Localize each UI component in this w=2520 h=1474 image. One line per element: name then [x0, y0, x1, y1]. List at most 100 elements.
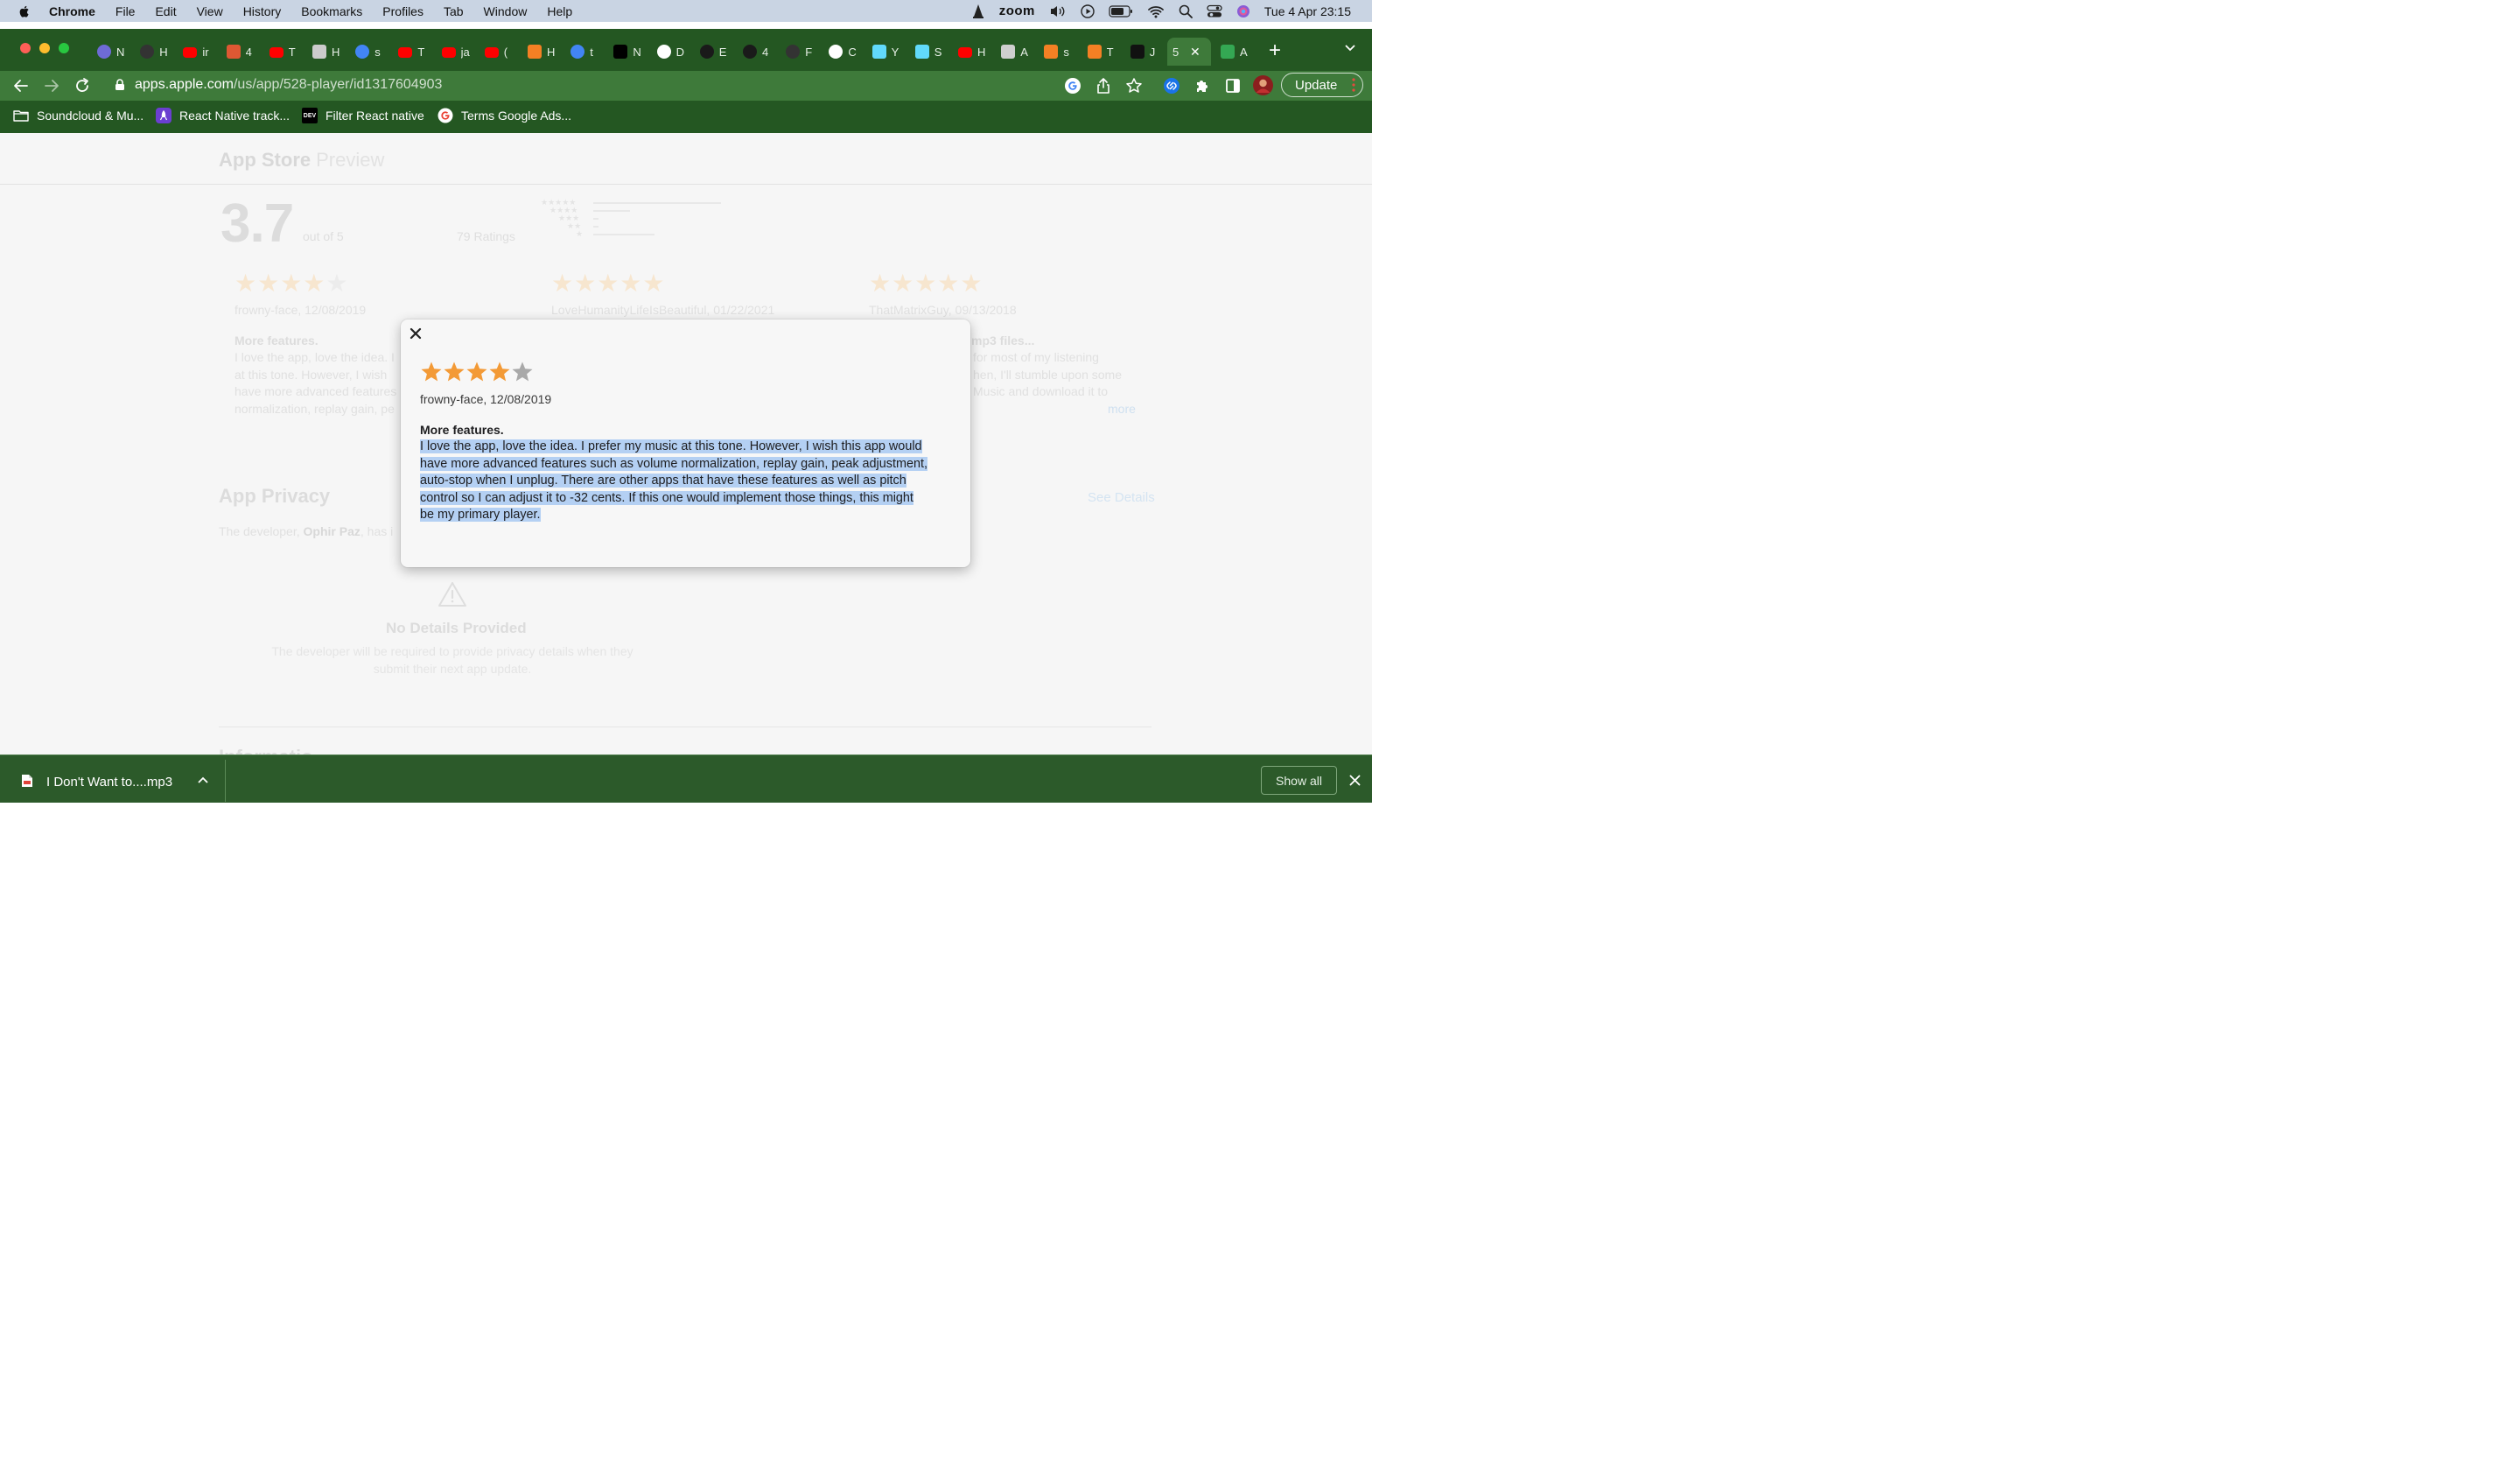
review-stars: ★★★★★: [869, 270, 984, 297]
average-rating: 3.7: [220, 193, 294, 254]
close-icon[interactable]: [410, 327, 422, 340]
address-bar[interactable]: apps.apple.com/us/app/528-player/id13176…: [103, 73, 1057, 97]
review-more-link[interactable]: more: [1108, 402, 1136, 416]
battery-icon[interactable]: [1109, 4, 1133, 18]
browser-tab[interactable]: N: [605, 38, 647, 66]
browser-tab[interactable]: (: [476, 38, 518, 66]
menu-file[interactable]: File: [116, 4, 136, 18]
browser-tab[interactable]: Y: [864, 38, 906, 66]
google-icon: [355, 45, 370, 59]
circle-icon: [97, 45, 111, 59]
update-button[interactable]: Update: [1281, 73, 1363, 97]
browser-tab[interactable]: C: [820, 38, 862, 66]
tab-title: T: [288, 45, 296, 59]
minimize-window-button[interactable]: [39, 43, 50, 53]
browser-tab[interactable]: H: [131, 38, 173, 66]
youtube-icon: [484, 47, 499, 58]
browser-tab[interactable]: ir: [174, 38, 216, 66]
browser-tab[interactable]: F: [777, 38, 819, 66]
bookmark-soundcloud-folder[interactable]: Soundcloud & Mu...: [13, 107, 144, 124]
shelf-divider: [225, 760, 226, 802]
chevron-up-icon[interactable]: [197, 776, 209, 784]
vlc-icon[interactable]: [971, 4, 985, 19]
control-center-icon[interactable]: [1207, 4, 1222, 18]
no-details-description: The developer will be required to provid…: [271, 644, 634, 676]
browser-tab[interactable]: H: [949, 38, 991, 66]
review-body-selected[interactable]: I love the app, love the idea. I prefer …: [420, 439, 948, 524]
maximize-window-button[interactable]: [59, 43, 69, 53]
tab-title: ir: [202, 45, 209, 59]
bookmark-terms-google-ads[interactable]: Terms Google Ads...: [438, 107, 571, 124]
browser-tab[interactable]: T: [389, 38, 431, 66]
profile-avatar[interactable]: [1253, 75, 1273, 95]
menu-window[interactable]: Window: [484, 4, 528, 18]
share-icon[interactable]: [1095, 77, 1112, 95]
store-title[interactable]: App Store Preview: [219, 149, 384, 172]
menu-app-name[interactable]: Chrome: [49, 4, 95, 18]
apple-menu-icon[interactable]: [18, 4, 32, 18]
browser-tab[interactable]: s: [346, 38, 388, 66]
star-empty-icon: [512, 361, 533, 382]
browser-tab[interactable]: H: [519, 38, 561, 66]
url-text[interactable]: apps.apple.com/us/app/528-player/id13176…: [135, 77, 442, 93]
show-all-downloads-button[interactable]: Show all: [1261, 766, 1337, 795]
extensions-puzzle-icon[interactable]: [1194, 77, 1211, 95]
spotlight-search-icon[interactable]: [1179, 4, 1193, 18]
bookmark-star-icon[interactable]: [1125, 77, 1143, 95]
reload-icon[interactable]: [74, 77, 91, 95]
browser-tab[interactable]: N: [88, 38, 130, 66]
browser-tab[interactable]: E: [691, 38, 733, 66]
browser-tab[interactable]: S: [906, 38, 948, 66]
side-panel-icon[interactable]: [1224, 77, 1242, 95]
browser-tab[interactable]: T: [261, 38, 303, 66]
browser-tab[interactable]: D: [648, 38, 690, 66]
react-icon: [872, 45, 886, 59]
browser-tab[interactable]: t: [562, 38, 604, 66]
lock-icon[interactable]: [115, 79, 125, 91]
menu-profiles[interactable]: Profiles: [382, 4, 424, 18]
menu-bookmarks[interactable]: Bookmarks: [301, 4, 362, 18]
browser-tab[interactable]: ja: [433, 38, 475, 66]
browser-tab[interactable]: H: [304, 38, 346, 66]
bookmark-react-native-track[interactable]: React Native track...: [156, 107, 290, 124]
volume-icon[interactable]: [1049, 4, 1067, 18]
audio-file-icon[interactable]: [21, 774, 33, 788]
google-lens-icon[interactable]: [1064, 77, 1082, 95]
play-icon[interactable]: [1081, 4, 1095, 18]
menu-view[interactable]: View: [197, 4, 223, 18]
forward-arrow-icon[interactable]: [43, 77, 60, 95]
bookmark-filter-react-native[interactable]: DEV Filter React native: [302, 107, 424, 124]
zoom-menu-icon[interactable]: zoom: [999, 4, 1035, 18]
no-details-title: No Details Provided: [386, 620, 527, 636]
browser-tab[interactable]: 4: [734, 38, 776, 66]
menu-edit[interactable]: Edit: [155, 4, 176, 18]
review-author: frowny-face, 12/08/2019: [234, 303, 367, 317]
close-window-button[interactable]: [20, 43, 31, 53]
section-divider: [219, 726, 1152, 727]
browser-tab[interactable]: A: [992, 38, 1034, 66]
tab-title: 4: [762, 45, 769, 59]
wifi-icon[interactable]: [1147, 4, 1165, 18]
browser-tab[interactable]: 4: [218, 38, 260, 66]
ratings-count: 79 Ratings: [457, 229, 515, 243]
shazam-extension-icon[interactable]: [1163, 77, 1180, 95]
browser-tab[interactable]: T: [1079, 38, 1121, 66]
more-menu-icon[interactable]: [1352, 78, 1355, 92]
clock[interactable]: Tue 4 Apr 23:15: [1264, 4, 1351, 18]
see-details-link[interactable]: See Details: [1088, 490, 1155, 505]
siri-icon[interactable]: [1236, 4, 1250, 18]
menu-help[interactable]: Help: [547, 4, 572, 18]
youtube-icon: [183, 47, 198, 58]
browser-tab[interactable]: 5 ✕: [1167, 38, 1211, 66]
browser-tab[interactable]: J: [1122, 38, 1164, 66]
browser-tab[interactable]: s: [1035, 38, 1077, 66]
new-tab-button[interactable]: +: [1269, 40, 1281, 61]
back-arrow-icon[interactable]: [12, 77, 30, 95]
menu-history[interactable]: History: [243, 4, 282, 18]
close-tab-icon[interactable]: ✕: [1190, 45, 1200, 60]
download-filename[interactable]: I Don't Want to....mp3: [46, 775, 172, 790]
close-shelf-icon[interactable]: [1349, 775, 1361, 786]
browser-tab[interactable]: A: [1212, 38, 1254, 66]
tab-search-chevron-icon[interactable]: [1344, 44, 1356, 53]
menu-tab[interactable]: Tab: [444, 4, 464, 18]
